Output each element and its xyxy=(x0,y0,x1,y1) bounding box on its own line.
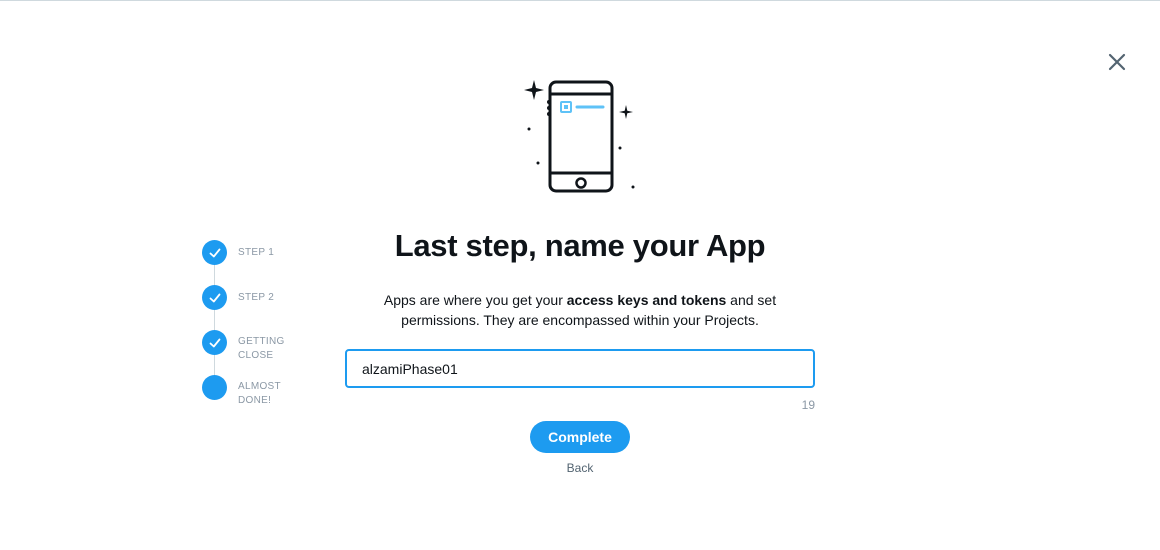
step-label: STEP 2 xyxy=(238,292,275,303)
complete-button[interactable]: Complete xyxy=(530,421,630,453)
close-button[interactable] xyxy=(1103,48,1131,76)
step-current-indicator xyxy=(202,375,227,400)
top-border xyxy=(0,0,1160,1)
step-label: GETTING CLOSE xyxy=(238,336,285,361)
step-item-2: STEP 2 xyxy=(202,285,312,325)
description-emphasis: access keys and tokens xyxy=(566,292,727,308)
description-text: Apps are where you get your access keys … xyxy=(383,292,777,328)
step-check-icon xyxy=(202,285,227,310)
step-item-1: STEP 1 xyxy=(202,240,312,280)
page-title: Last step, name your App xyxy=(394,228,766,263)
step-check-icon xyxy=(202,240,227,265)
app-name-input[interactable] xyxy=(345,349,815,388)
back-link[interactable]: Back xyxy=(540,461,620,475)
step-label: STEP 1 xyxy=(238,247,275,258)
phone-illustration-icon xyxy=(524,80,635,193)
close-icon xyxy=(1108,53,1126,71)
character-count: 19 xyxy=(801,398,815,412)
progress-stepper: STEP 1 STEP 2 GETTING CLOSE ALMOST DONE! xyxy=(202,240,312,410)
step-item-4: ALMOST DONE! xyxy=(202,375,312,415)
step-label: ALMOST DONE! xyxy=(238,381,281,406)
step-check-icon xyxy=(202,330,227,355)
step-item-3: GETTING CLOSE xyxy=(202,330,312,370)
